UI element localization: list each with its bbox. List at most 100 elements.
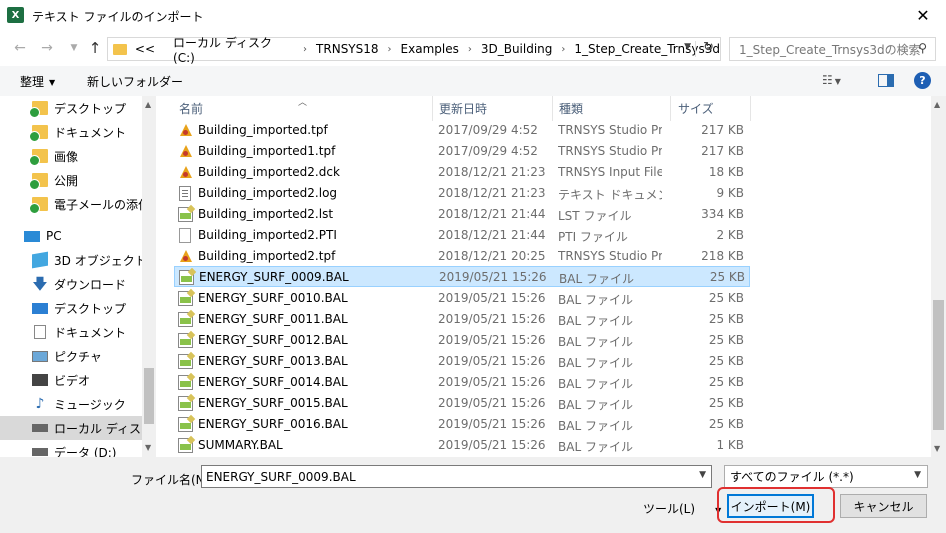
nav-item-images[interactable]: 画像 (29, 144, 156, 168)
refresh-icon[interactable]: ↻ (703, 40, 714, 55)
nav-scroll-thumb[interactable] (144, 368, 154, 424)
file-row[interactable]: ENERGY_SURF_0011.BAL 2019/05/21 15:26 BAL … (174, 309, 750, 330)
file-size: 25 KB (708, 333, 744, 347)
breadcrumb-item[interactable]: 3D_Building (481, 42, 553, 56)
view-list-icon: ☷ (822, 73, 833, 87)
nav-item-data-drive[interactable]: データ (D:) (32, 440, 156, 457)
file-row[interactable]: ENERGY_SURF_0015.BAL 2019/05/21 15:26 BAL … (174, 393, 750, 414)
file-row[interactable]: Building_imported2.lst 2018/12/21 21:44 LS… (174, 204, 750, 225)
nav-item-label: 公開 (54, 173, 79, 188)
data-file-icon (178, 417, 193, 432)
nav-item-label: ローカル ディスク (C (54, 421, 156, 436)
file-list: ︿ 名前 更新日時 種類 サイズ Building_imported.tpf 20… (157, 96, 931, 457)
nav-item-label: ドキュメント (54, 125, 127, 140)
filename-input[interactable]: ENERGY_SURF_0009.BAL ▼ (201, 465, 712, 488)
file-row[interactable]: Building_imported2.PTI 2018/12/21 21:44 PT… (174, 225, 750, 246)
file-row[interactable]: Building_imported2.dck 2018/12/21 21:23 TR… (174, 162, 750, 183)
file-row[interactable]: Building_imported2.tpf 2018/12/21 20:25 TR… (174, 246, 750, 267)
file-row[interactable]: ENERGY_SURF_0013.BAL 2019/05/21 15:26 BAL … (174, 351, 750, 372)
breadcrumb-item[interactable]: TRNSYS18 (316, 42, 378, 56)
nav-item-videos[interactable]: ビデオ (32, 368, 156, 392)
breadcrumb-separator-icon[interactable]: › (561, 44, 565, 55)
column-header-type[interactable]: 種類 (559, 96, 583, 121)
file-row[interactable]: SUMMARY.BAL 2019/05/21 15:26 BAL ファイル 1 KB (174, 435, 750, 456)
nav-item-documents[interactable]: ドキュメント (32, 320, 156, 344)
file-row[interactable]: Building_imported.tpf 2017/09/29 4:52 TRNS… (174, 120, 750, 141)
file-row[interactable]: ENERGY_SURF_0010.BAL 2019/05/21 15:26 BAL … (174, 288, 750, 309)
data-file-icon (178, 312, 193, 327)
scroll-down-icon[interactable]: ▼ (145, 443, 151, 452)
chevron-down-icon[interactable]: ▼ (699, 470, 706, 480)
file-row[interactable]: Building_imported2.log 2018/12/21 21:23 テキ… (174, 183, 750, 204)
recent-locations-chevron-icon[interactable]: ▼ (64, 39, 84, 57)
file-row[interactable]: ENERGY_SURF_0016.BAL 2019/05/21 15:26 BAL … (174, 414, 750, 435)
breadcrumb-separator-icon[interactable]: › (303, 44, 307, 55)
nav-item-music[interactable]: ♪ ミュージック (32, 392, 156, 416)
column-divider[interactable] (750, 96, 751, 121)
nav-item-label: PC (46, 229, 62, 243)
nav-item-label: ピクチャ (54, 349, 102, 364)
file-date: 2019/05/21 15:26 (438, 312, 546, 326)
nav-item-public[interactable]: 公開 (29, 168, 156, 192)
file-row[interactable]: Building_imported1.tpf 2017/09/29 4:52 TRN… (174, 141, 750, 162)
video-icon (32, 374, 48, 386)
nav-item-downloads[interactable]: 🡇 ダウンロード (32, 272, 156, 296)
file-type: BAL ファイル (558, 398, 633, 412)
column-header-date[interactable]: 更新日時 (439, 96, 487, 121)
nav-item-pictures[interactable]: ピクチャ (32, 344, 156, 368)
file-list-scroll-thumb[interactable] (933, 300, 944, 430)
scroll-up-icon[interactable]: ▲ (145, 100, 151, 109)
back-arrow-icon[interactable]: ← (10, 39, 30, 57)
breadcrumb-item[interactable]: ローカル ディスク (C:) (173, 34, 294, 65)
file-date: 2018/12/21 21:23 (438, 186, 546, 200)
cancel-button[interactable]: キャンセル (840, 494, 927, 518)
change-view-button[interactable]: ☷ ▼ (822, 73, 841, 87)
data-file-icon (179, 270, 194, 285)
address-bar[interactable]: << ローカル ディスク (C:) › TRNSYS18 › Examples … (107, 36, 721, 65)
close-button[interactable]: ✕ (900, 0, 946, 31)
breadcrumb-separator-icon[interactable]: › (388, 44, 392, 55)
data-file-icon (178, 375, 193, 390)
column-divider[interactable] (552, 96, 553, 121)
file-size: 2 KB (716, 228, 744, 242)
breadcrumb-separator-icon[interactable]: › (468, 44, 472, 55)
nav-item-3d-objects[interactable]: 3D オブジェクト (32, 248, 156, 272)
data-file-icon (178, 354, 193, 369)
preview-pane-icon[interactable] (878, 74, 894, 87)
nav-item-email-attachments[interactable]: 電子メールの添付 (29, 192, 156, 216)
nav-item-desktop[interactable]: デスクトップ (32, 296, 156, 320)
organize-button[interactable]: 整理 ▼ (20, 73, 55, 90)
breadcrumb-overflow[interactable]: << (135, 42, 155, 56)
nav-item-pc[interactable]: PC (24, 224, 156, 248)
file-row[interactable]: ENERGY_SURF_0012.BAL 2019/05/21 15:26 BAL … (174, 330, 750, 351)
column-header-size[interactable]: サイズ (678, 96, 714, 121)
address-dropdown-chevron-icon[interactable]: ▼ (684, 42, 691, 52)
file-row[interactable]: ENERGY_SURF_0014.BAL 2019/05/21 15:26 BAL … (174, 372, 750, 393)
folder-icon (29, 197, 48, 214)
search-input[interactable]: 1_Step_Create_Trnsys3dの検索 ⚲ (729, 37, 936, 61)
scroll-down-icon[interactable]: ▼ (934, 444, 940, 453)
file-type: TRNSYS Input File (558, 165, 662, 179)
column-header-name[interactable]: 名前 (179, 96, 203, 121)
scroll-up-icon[interactable]: ▲ (934, 100, 940, 109)
new-folder-button[interactable]: 新しいフォルダー (87, 73, 183, 90)
column-divider[interactable] (432, 96, 433, 121)
data-file-icon (178, 207, 193, 222)
breadcrumb-item[interactable]: Examples (401, 42, 459, 56)
file-row-selected[interactable]: ENERGY_SURF_0009.BAL 2019/05/21 15:26 BAL … (174, 266, 750, 287)
file-type: BAL ファイル (558, 377, 633, 391)
nav-item-desktop-quick[interactable]: デスクトップ (29, 96, 156, 120)
column-divider[interactable] (670, 96, 671, 121)
tools-menu-button[interactable]: ツール(L) ▼ (643, 500, 721, 517)
filetype-select[interactable]: すべてのファイル (*.*) ▼ (724, 465, 928, 488)
help-icon[interactable]: ? (914, 72, 931, 89)
nav-item-local-disk[interactable]: ローカル ディスク (C (0, 416, 156, 440)
up-arrow-icon[interactable]: ↑ (85, 39, 105, 57)
file-name: ENERGY_SURF_0014.BAL (198, 375, 348, 389)
file-size: 217 KB (701, 144, 744, 158)
import-button[interactable]: インポート(M) (727, 494, 814, 518)
file-name: Building_imported2.lst (198, 207, 334, 221)
forward-arrow-icon[interactable]: → (37, 39, 57, 57)
breadcrumb-item[interactable]: 1_Step_Create_Trnsys3d (574, 42, 720, 56)
nav-item-documents-quick[interactable]: ドキュメント (29, 120, 156, 144)
